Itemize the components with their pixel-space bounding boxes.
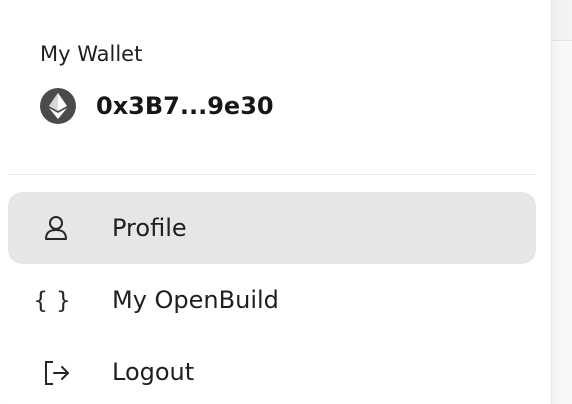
wallet-menu-screen: My Wallet 0x3B7...9e30 Profile {} My Ope… bbox=[0, 0, 572, 404]
menu-label-my-openbuild: My OpenBuild bbox=[112, 286, 279, 314]
ethereum-icon bbox=[40, 88, 76, 124]
wallet-title: My Wallet bbox=[40, 42, 143, 66]
user-icon bbox=[38, 211, 74, 247]
menu-item-my-openbuild[interactable]: {} My OpenBuild bbox=[8, 264, 536, 336]
wallet-dropdown: My Wallet 0x3B7...9e30 Profile {} My Ope… bbox=[0, 0, 551, 404]
menu-label-profile: Profile bbox=[112, 214, 187, 242]
braces-icon: {} bbox=[33, 288, 79, 314]
logout-icon bbox=[38, 355, 74, 391]
menu-item-logout[interactable]: Logout bbox=[8, 336, 536, 404]
section-divider bbox=[8, 174, 536, 175]
ethereum-logo-icon bbox=[49, 93, 67, 119]
menu-label-logout: Logout bbox=[112, 358, 195, 386]
wallet-address[interactable]: 0x3B7...9e30 bbox=[96, 89, 274, 123]
menu-item-profile[interactable]: Profile bbox=[8, 192, 536, 264]
